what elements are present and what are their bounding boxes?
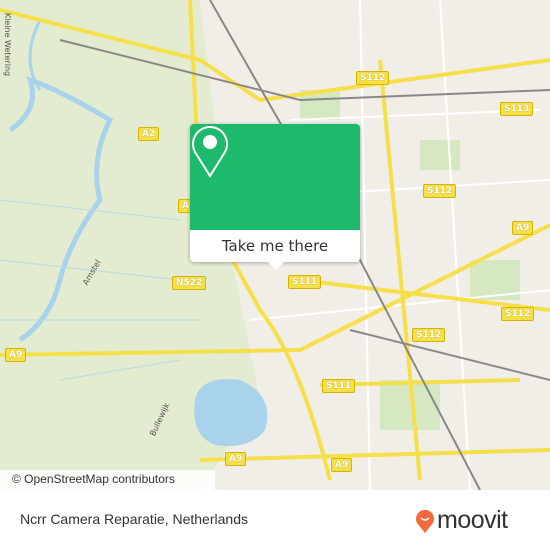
road-shield: A9 xyxy=(225,452,247,466)
map[interactable]: S112 S113 S112 A9 S111 S112 S112 S111 A9… xyxy=(0,0,550,490)
map-attribution[interactable]: © OpenStreetMap contributors xyxy=(0,470,215,490)
moovit-pin-icon xyxy=(416,509,434,533)
road-shield: S111 xyxy=(322,379,356,393)
moovit-wordmark: moovit xyxy=(437,506,508,534)
road-shield: N522 xyxy=(172,276,207,290)
moovit-logo[interactable]: moovit xyxy=(415,506,508,535)
road-shield: S113 xyxy=(500,102,534,116)
road-shield: S112 xyxy=(412,328,446,342)
map-pin-icon xyxy=(192,126,228,178)
place-name: Ncrr Camera Reparatie, Netherlands xyxy=(20,511,248,527)
road-shield: A2 xyxy=(138,127,160,141)
road-shield: S112 xyxy=(356,71,390,85)
road-shield: A9 xyxy=(331,458,353,472)
road-shield: S111 xyxy=(288,275,322,289)
road-shield: S112 xyxy=(423,184,457,198)
popup-pointer xyxy=(268,262,284,270)
road-shield: A9 xyxy=(5,348,27,362)
street-label: Kleine Wetering xyxy=(3,12,13,77)
popup-header xyxy=(190,124,360,230)
road-shield: S112 xyxy=(501,307,535,321)
road-shield: A9 xyxy=(512,221,534,235)
destination-popup: Take me there xyxy=(190,124,360,270)
take-me-there-button[interactable]: Take me there xyxy=(190,230,360,262)
